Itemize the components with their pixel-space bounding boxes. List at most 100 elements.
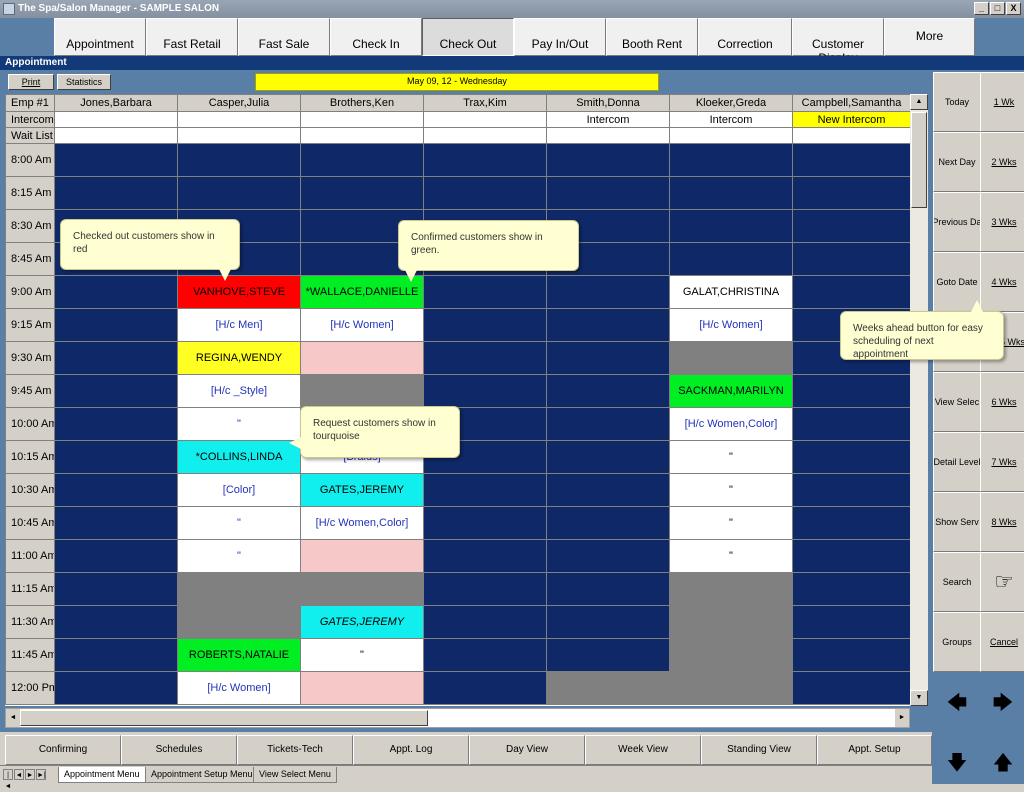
7-wks-button[interactable]: 7 Wks xyxy=(980,432,1024,492)
appointment-cell[interactable]: " xyxy=(669,440,793,474)
appointment-cell[interactable]: " xyxy=(177,539,301,573)
booth-rent-button[interactable]: Booth Rent xyxy=(606,18,698,56)
appointment-cell[interactable] xyxy=(792,506,910,540)
arrow-right-icon[interactable]: 🡆 xyxy=(981,688,1024,722)
appointment-button[interactable]: Appointment xyxy=(54,18,146,56)
waitlist-cell[interactable] xyxy=(54,127,178,144)
appointment-cell[interactable] xyxy=(546,440,670,474)
appointment-cell[interactable] xyxy=(792,638,910,672)
appointment-cell[interactable] xyxy=(792,605,910,639)
previous-day-button[interactable]: Previous Da xyxy=(933,192,981,252)
cancel-button[interactable]: Cancel xyxy=(980,612,1024,672)
appointment-cell[interactable]: " xyxy=(177,407,301,441)
appointment-cell[interactable]: *COLLINS,LINDA xyxy=(177,440,301,474)
last-tab-icon[interactable]: ►| xyxy=(36,769,46,780)
employee-header[interactable]: Trax,Kim xyxy=(423,94,547,112)
appointment-cell[interactable] xyxy=(177,176,301,210)
appointment-cell[interactable] xyxy=(423,473,547,507)
4-wks-button[interactable]: 4 Wks xyxy=(980,252,1024,312)
appointment-cell[interactable]: SACKMAN,MARILYN xyxy=(669,374,793,408)
show-serv-button[interactable]: Show Serv xyxy=(933,492,981,552)
appointment-cell[interactable] xyxy=(54,407,178,441)
appointment-cell[interactable] xyxy=(54,605,178,639)
appointment-cell[interactable]: ROBERTS,NATALIE xyxy=(177,638,301,672)
hand-pointer-icon[interactable]: ☞ xyxy=(980,552,1024,612)
employee-header[interactable]: Brothers,Ken xyxy=(300,94,424,112)
appointment-cell[interactable] xyxy=(669,242,793,276)
intercom-cell[interactable] xyxy=(54,111,178,128)
day-view-button[interactable]: Day View xyxy=(469,735,585,765)
intercom-cell[interactable]: Intercom xyxy=(546,111,670,128)
correction-button[interactable]: Correction xyxy=(698,18,792,56)
appointment-cell[interactable] xyxy=(54,176,178,210)
intercom-cell[interactable] xyxy=(300,111,424,128)
vertical-scrollbar[interactable]: ▲ ▼ xyxy=(910,94,928,706)
appointment-cell[interactable] xyxy=(546,275,670,309)
appointment-cell[interactable] xyxy=(546,407,670,441)
waitlist-cell[interactable] xyxy=(177,127,301,144)
appointment-cell[interactable] xyxy=(669,176,793,210)
appointment-cell[interactable] xyxy=(177,572,301,606)
employee-header[interactable]: Jones,Barbara xyxy=(54,94,178,112)
appointment-cell[interactable] xyxy=(423,275,547,309)
fast-retail-button[interactable]: Fast Retail xyxy=(146,18,238,56)
scroll-right-icon[interactable]: ► xyxy=(895,709,909,727)
appointment-cell[interactable] xyxy=(300,176,424,210)
week-view-button[interactable]: Week View xyxy=(585,735,701,765)
appointment-cell[interactable]: " xyxy=(669,473,793,507)
appointment-cell[interactable] xyxy=(669,638,793,672)
appointment-cell[interactable] xyxy=(669,605,793,639)
appointment-cell[interactable] xyxy=(423,572,547,606)
appointment-cell[interactable] xyxy=(546,374,670,408)
check-in-button[interactable]: Check In xyxy=(330,18,422,56)
arrow-down-icon[interactable]: 🡇 xyxy=(935,748,979,782)
appointment-cell[interactable] xyxy=(300,374,424,408)
vertical-scroll-thumb[interactable] xyxy=(911,112,927,208)
print-button[interactable]: Print xyxy=(8,74,54,90)
appointment-cell[interactable]: [H/c _Style] xyxy=(177,374,301,408)
appointment-cell[interactable] xyxy=(546,605,670,639)
appointment-cell[interactable] xyxy=(546,176,670,210)
appointment-cell[interactable] xyxy=(300,539,424,573)
appointment-cell[interactable] xyxy=(300,671,424,705)
employee-header[interactable]: Smith,Donna xyxy=(546,94,670,112)
schedules-button[interactable]: Schedules xyxy=(121,735,237,765)
appointment-cell[interactable] xyxy=(792,242,910,276)
appointment-cell[interactable] xyxy=(792,473,910,507)
employee-header[interactable]: Kloeker,Greda xyxy=(669,94,793,112)
appointment-cell[interactable] xyxy=(54,440,178,474)
appointment-cell[interactable] xyxy=(54,473,178,507)
appointment-cell[interactable] xyxy=(792,374,910,408)
appointment-cell[interactable] xyxy=(54,506,178,540)
appointment-cell[interactable] xyxy=(546,473,670,507)
appointment-cell[interactable]: [H/c Women] xyxy=(669,308,793,342)
scroll-up-icon[interactable]: ▲ xyxy=(910,94,928,110)
appointment-cell[interactable] xyxy=(423,506,547,540)
appointment-cell[interactable] xyxy=(669,209,793,243)
arrow-left-icon[interactable]: 🡄 xyxy=(935,688,979,722)
appointment-cell[interactable] xyxy=(54,308,178,342)
appointment-cell[interactable]: REGINA,WENDY xyxy=(177,341,301,375)
appointment-cell[interactable]: GATES,JEREMY xyxy=(300,473,424,507)
appointment-cell[interactable] xyxy=(423,539,547,573)
appointment-cell[interactable]: [H/c Women] xyxy=(177,671,301,705)
appointment-cell[interactable] xyxy=(54,638,178,672)
employee-header[interactable]: Casper,Julia xyxy=(177,94,301,112)
appointment-cell[interactable] xyxy=(546,638,670,672)
intercom-cell[interactable]: Intercom xyxy=(669,111,793,128)
appointment-cell[interactable] xyxy=(423,638,547,672)
appointment-cell[interactable]: VANHOVE,STEVE xyxy=(177,275,301,309)
appointment-cell[interactable]: [H/c Women,Color] xyxy=(669,407,793,441)
prev-tab-icon[interactable]: ◄ xyxy=(14,769,24,780)
8-wks-button[interactable]: 8 Wks xyxy=(980,492,1024,552)
appointment-cell[interactable] xyxy=(177,605,301,639)
horizontal-scroll-thumb[interactable] xyxy=(20,710,428,726)
next-tab-icon[interactable]: ► xyxy=(25,769,35,780)
appointment-cell[interactable] xyxy=(546,572,670,606)
appointment-cell[interactable] xyxy=(546,506,670,540)
appointment-cell[interactable] xyxy=(54,572,178,606)
arrow-up-icon[interactable]: 🡅 xyxy=(981,748,1024,782)
appointment-cell[interactable]: [H/c Women,Color] xyxy=(300,506,424,540)
appointment-cell[interactable] xyxy=(54,671,178,705)
fast-sale-button[interactable]: Fast Sale xyxy=(238,18,330,56)
